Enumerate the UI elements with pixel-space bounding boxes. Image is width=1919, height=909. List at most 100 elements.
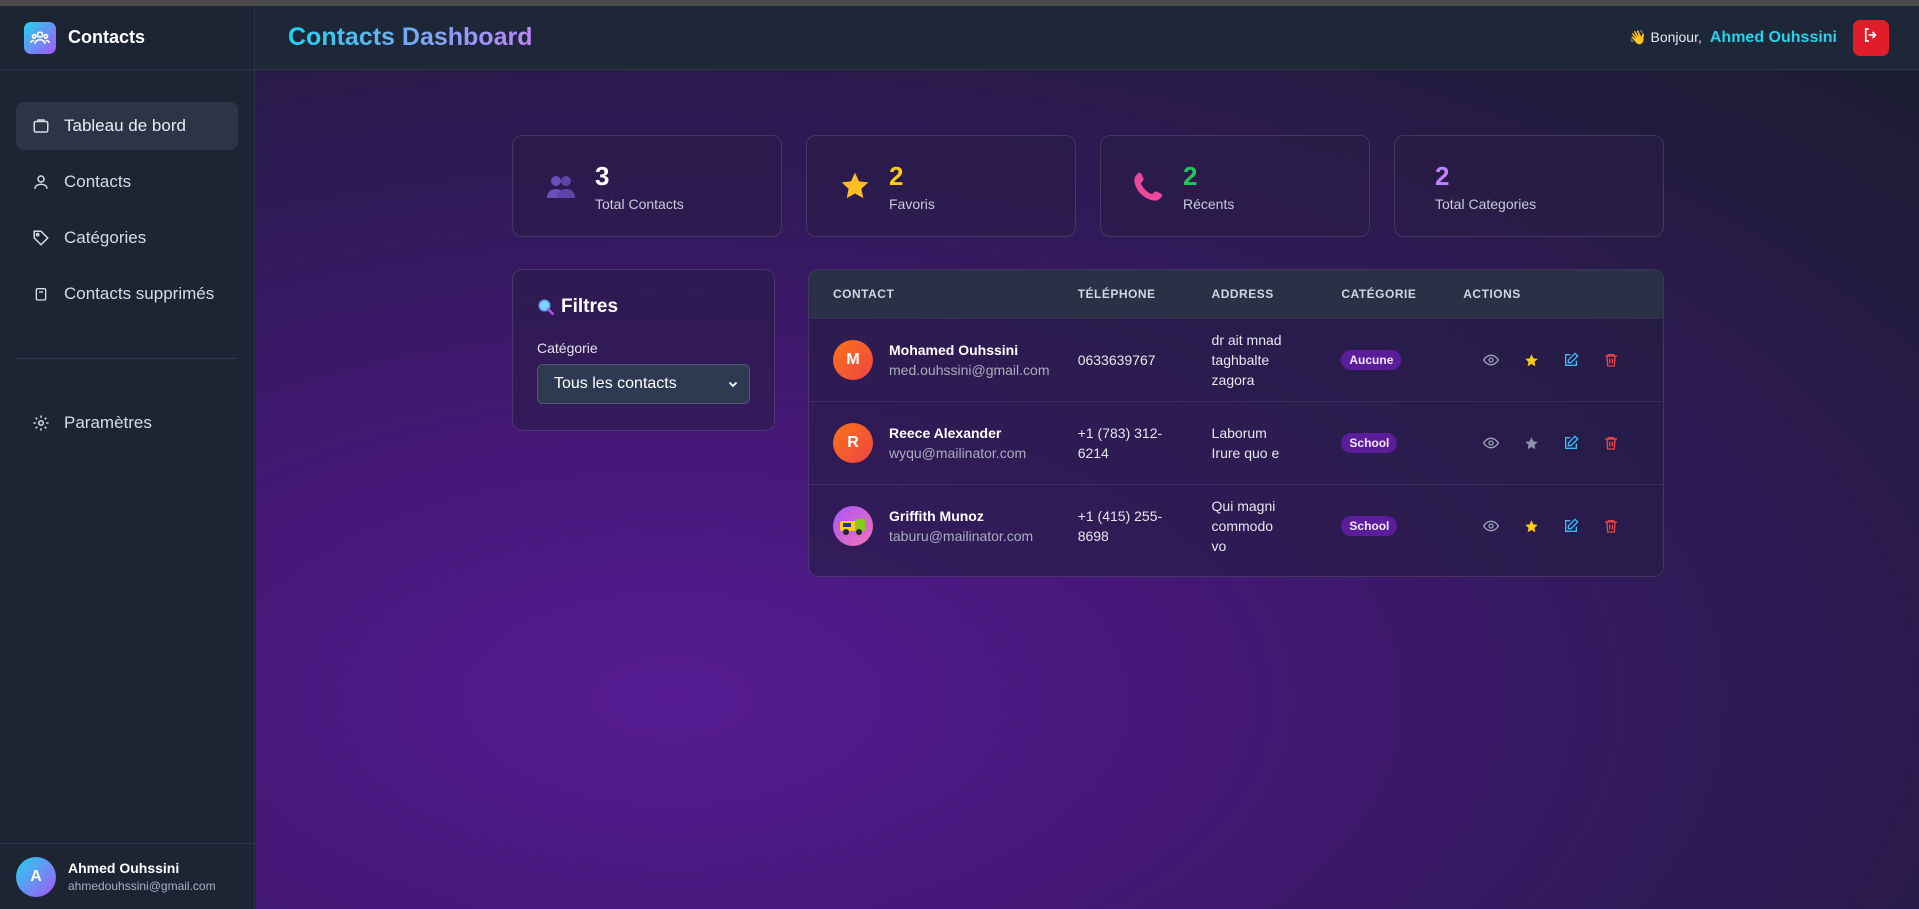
- column-header: TÉLÉPHONE: [1077, 287, 1156, 301]
- users-icon: [541, 166, 581, 206]
- avatar: A: [16, 856, 56, 897]
- category-filter-label: Catégorie: [537, 340, 598, 356]
- stat-card-favorites: 2 Favoris: [806, 135, 1076, 237]
- contact-email: med.ouhssini@gmail.com: [889, 362, 1050, 378]
- stat-label: Favoris: [889, 195, 935, 212]
- column-header: ADDRESS: [1211, 287, 1274, 301]
- contact-address-line: Laborum: [1211, 425, 1267, 441]
- trash-icon: [1603, 435, 1619, 451]
- favorite-button[interactable]: [1511, 431, 1551, 455]
- view-button[interactable]: [1471, 431, 1511, 455]
- sidebar-item-label: Contacts: [64, 172, 132, 191]
- category-select[interactable]: Tous les contacts: [537, 364, 750, 404]
- contact-name: Reece Alexander: [889, 425, 1002, 441]
- sidebar-item-label: Paramètres: [64, 413, 152, 432]
- contact-email: taburu@mailinator.com: [889, 528, 1034, 544]
- trash-icon: [1603, 352, 1619, 368]
- star-icon: [1524, 519, 1539, 534]
- sidebar-item-label: Contacts supprimés: [64, 284, 215, 303]
- delete-button[interactable]: [1591, 514, 1631, 538]
- table-row: R Reece Alexander wyqu@mailinator.com +1…: [809, 401, 1663, 484]
- table-header: CONTACT TÉLÉPHONE ADDRESS CATÉGORIE ACTI…: [809, 270, 1663, 318]
- favorite-button[interactable]: [1511, 514, 1551, 538]
- stat-card-recent: 2 Récents: [1100, 135, 1370, 237]
- contact-phone-line: +1 (415) 255-: [1077, 508, 1163, 524]
- contact-phone: 0633639767: [1077, 352, 1156, 368]
- contacts-table: CONTACT TÉLÉPHONE ADDRESS CATÉGORIE ACTI…: [808, 269, 1664, 577]
- logout-button[interactable]: [1853, 19, 1889, 56]
- stat-value: 2: [1183, 160, 1198, 191]
- trash-icon: [1603, 518, 1619, 534]
- sidebar-user-profile[interactable]: A Ahmed Ouhssini ahmedouhssini@gmail.com: [0, 843, 255, 909]
- column-header: CATÉGORIE: [1341, 287, 1417, 301]
- table-row: M Mohamed Ouhssini med.ouhssini@gmail.co…: [809, 318, 1663, 401]
- top-header: Contacts Dashboard 👋 Bonjour, Ahmed Ouhs…: [256, 6, 1919, 70]
- user-icon: [32, 173, 50, 191]
- stat-label: Récents: [1183, 195, 1235, 212]
- sidebar: Contacts Tableau de bord Contacts Catégo…: [0, 6, 255, 909]
- contact-phone-line: 8698: [1077, 528, 1109, 544]
- eye-icon: [1483, 518, 1500, 534]
- contact-address-line: taghbalte: [1211, 352, 1270, 368]
- stat-value: 3: [595, 160, 610, 191]
- contact-name: Mohamed Ouhssini: [889, 342, 1019, 358]
- edit-icon: [1563, 352, 1579, 368]
- star-icon: [835, 166, 875, 206]
- edit-button[interactable]: [1551, 348, 1591, 372]
- category-badge: School: [1341, 516, 1398, 536]
- column-header: CONTACT: [833, 287, 895, 301]
- sidebar-item-label: Catégories: [64, 228, 147, 247]
- edit-button[interactable]: [1551, 514, 1591, 538]
- trash-icon: [32, 285, 50, 303]
- page-title: Contacts Dashboard: [288, 23, 533, 51]
- brand[interactable]: Contacts: [0, 6, 254, 70]
- table-row: Griffith Munoz taburu@mailinator.com +1 …: [809, 484, 1663, 567]
- sidebar-item-dashboard[interactable]: Tableau de bord: [16, 102, 238, 150]
- filters-panel: Filtres Catégorie Tous les contacts: [512, 269, 775, 431]
- sidebar-item-label: Tableau de bord: [64, 116, 186, 135]
- avatar-photo: [833, 506, 873, 546]
- brand-title: Contacts: [68, 27, 146, 47]
- user-name: Ahmed Ouhssini: [68, 860, 180, 876]
- category-badge: Aucune: [1341, 350, 1402, 370]
- sidebar-nav: Tableau de bord Contacts Catégories Cont…: [0, 70, 254, 447]
- sidebar-item-settings[interactable]: Paramètres: [16, 399, 238, 447]
- sidebar-item-categories[interactable]: Catégories: [16, 214, 238, 262]
- stat-value: 2: [889, 160, 904, 191]
- star-outline-icon: [1524, 436, 1539, 451]
- sidebar-item-contacts[interactable]: Contacts: [16, 158, 238, 206]
- tag-icon: [32, 229, 50, 247]
- star-icon: [1524, 353, 1539, 368]
- stat-card-total-contacts: 3 Total Contacts: [512, 135, 782, 237]
- contact-address-line: Irure quo e: [1211, 445, 1280, 461]
- contact-address-line: vo: [1211, 538, 1227, 554]
- stat-label: Total Categories: [1435, 195, 1537, 212]
- edit-icon: [1563, 435, 1579, 451]
- stat-card-total-categories: 2 Total Categories: [1394, 135, 1664, 237]
- eye-icon: [1483, 352, 1500, 368]
- magnifier-icon: [537, 298, 555, 316]
- delete-button[interactable]: [1591, 431, 1631, 455]
- view-button[interactable]: [1471, 514, 1511, 538]
- contact-name: Griffith Munoz: [889, 508, 984, 524]
- contact-address-line: commodo: [1211, 518, 1274, 534]
- gear-icon: [32, 414, 50, 432]
- category-badge: School: [1341, 433, 1398, 453]
- category-select-value: Tous les contacts: [554, 375, 677, 392]
- contacts-logo-icon: [24, 21, 56, 54]
- contact-phone-line: 6214: [1077, 445, 1109, 461]
- stat-label: Total Contacts: [595, 195, 684, 212]
- edit-icon: [1563, 518, 1579, 534]
- logout-icon: [1862, 26, 1880, 49]
- column-header: ACTIONS: [1463, 287, 1521, 301]
- user-email: ahmedouhssini@gmail.com: [68, 879, 216, 893]
- greeting-user-name: Ahmed Ouhssini: [1709, 28, 1837, 46]
- contact-email: wyqu@mailinator.com: [889, 445, 1027, 461]
- delete-button[interactable]: [1591, 348, 1631, 372]
- favorite-button[interactable]: [1511, 348, 1551, 372]
- chevron-down-icon: [727, 378, 739, 390]
- sidebar-item-deleted-contacts[interactable]: Contacts supprimés: [16, 270, 238, 318]
- view-button[interactable]: [1471, 348, 1511, 372]
- contact-address-line: Qui magni: [1211, 498, 1276, 514]
- edit-button[interactable]: [1551, 431, 1591, 455]
